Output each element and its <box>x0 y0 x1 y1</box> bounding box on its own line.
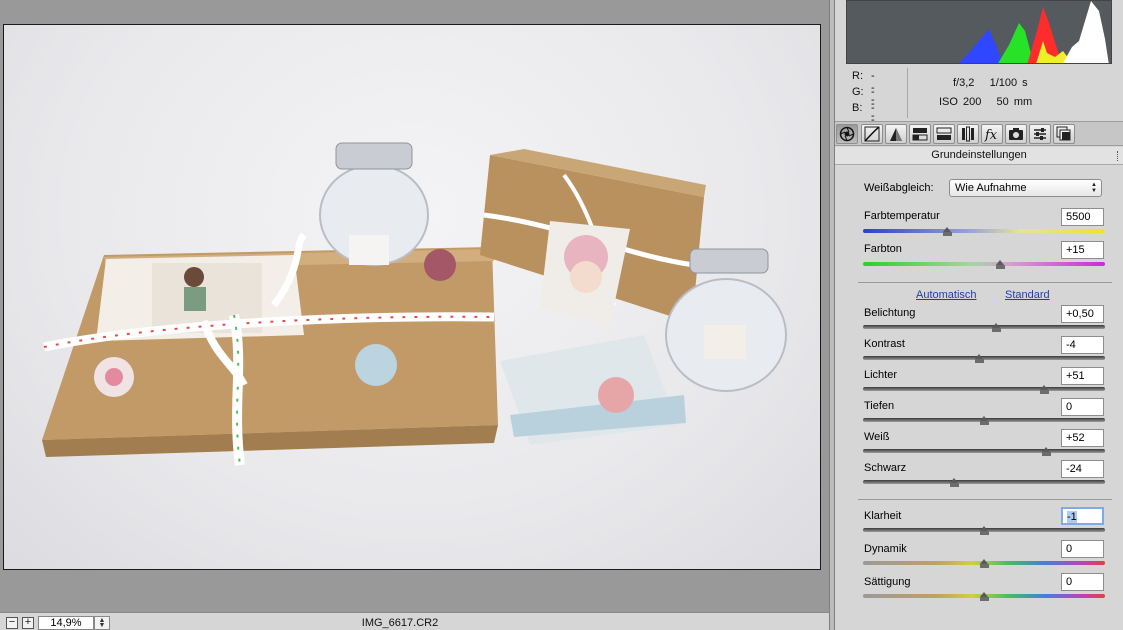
plus-icon: + <box>24 616 32 628</box>
blacks-slider-thumb[interactable] <box>950 478 960 487</box>
exposure-label: Belichtung <box>864 307 916 319</box>
auto-link[interactable]: Automatisch <box>916 289 977 301</box>
tab-presets[interactable] <box>1029 124 1051 144</box>
clarity-slider-thumb[interactable] <box>979 526 989 535</box>
fx-icon: fx <box>984 128 998 142</box>
blacks-slider-track[interactable] <box>863 480 1105 484</box>
photo-preview[interactable] <box>3 24 821 570</box>
photo-content <box>42 142 787 466</box>
tab-camera-calibration[interactable] <box>1005 124 1027 144</box>
highlights-slider-thumb[interactable] <box>1040 385 1049 394</box>
blacks-field[interactable]: -24 <box>1061 460 1104 478</box>
default-link[interactable]: Standard <box>1005 289 1050 301</box>
tab-effects[interactable]: fx <box>981 124 1003 144</box>
hsl-icon <box>912 128 928 141</box>
clarity-field[interactable]: -1 <box>1061 507 1104 525</box>
whites-slider-track[interactable] <box>863 449 1105 453</box>
exposure-field[interactable]: +0,50 <box>1061 305 1104 323</box>
temperature-slider-thumb[interactable] <box>943 227 953 236</box>
whites-slider-thumb[interactable] <box>1042 447 1052 456</box>
highlights-slider-track[interactable] <box>863 387 1105 391</box>
temperature-slider-track[interactable] <box>863 229 1105 233</box>
tab-snapshots[interactable] <box>1053 124 1075 144</box>
tone-curve-icon <box>864 126 880 142</box>
contrast-slider-thumb[interactable] <box>974 354 984 363</box>
presets-icon <box>1034 128 1046 140</box>
white-balance-label: Weißabgleich: <box>864 182 934 194</box>
exposure-slider-track[interactable] <box>863 325 1105 329</box>
vibrance-label: Dynamik <box>864 543 907 555</box>
tab-lens-corrections[interactable] <box>957 124 979 144</box>
whites-field[interactable]: +52 <box>1061 429 1104 447</box>
aperture-icon <box>839 126 855 142</box>
contrast-slider-track[interactable] <box>863 356 1105 360</box>
svg-text:fx: fx <box>984 128 998 142</box>
g-readout: G: --- <box>852 86 875 122</box>
whites-label: Weiß <box>864 431 890 443</box>
divider <box>858 499 1112 500</box>
tint-slider-thumb[interactable] <box>996 260 1006 269</box>
blacks-label: Schwarz <box>864 462 907 474</box>
camera-calibration-icon <box>1009 128 1023 140</box>
zoom-level-field[interactable]: 14,9% <box>38 616 94 630</box>
minus-icon: − <box>8 616 16 628</box>
tab-split-toning[interactable] <box>933 124 955 144</box>
info-area: R:--- G:--- B:--- f/3,2 1/100 s ISO 200 … <box>835 66 1123 138</box>
panel-tabs-toolbar: fx <box>835 121 1123 146</box>
tab-basic[interactable] <box>836 124 858 144</box>
tint-slider-track[interactable] <box>863 262 1105 266</box>
shadows-label: Tiefen <box>864 400 895 412</box>
tint-field[interactable]: +15 <box>1061 241 1104 259</box>
r-readout: R: --- <box>852 70 875 106</box>
panel-menu-icon[interactable] <box>1117 151 1120 161</box>
lens-corrections-icon <box>962 126 974 142</box>
contrast-label: Kontrast <box>864 338 905 350</box>
section-title: Grundeinstellungen <box>835 147 1123 165</box>
temperature-label: Farbtemperatur <box>864 210 940 222</box>
tab-tone-curve[interactable] <box>861 124 883 144</box>
temperature-field[interactable]: 5500 <box>1061 208 1104 226</box>
tab-detail[interactable] <box>885 124 907 144</box>
info-separator <box>907 68 908 118</box>
zoom-in-button[interactable]: + <box>22 617 34 629</box>
highlights-field[interactable]: +51 <box>1061 367 1104 385</box>
clarity-label: Klarheit <box>864 510 902 522</box>
filename-label: IMG_6617.CR2 <box>361 617 439 629</box>
histogram <box>846 0 1112 64</box>
chevron-up-down-icon: ▲ ▼ <box>98 617 106 629</box>
contrast-field[interactable]: -4 <box>1061 336 1104 354</box>
exposure-slider-thumb[interactable] <box>991 323 1001 332</box>
white-balance-select[interactable]: Wie Aufnahme ▲ ▼ <box>949 179 1102 197</box>
split-toning-icon <box>936 127 952 140</box>
aperture-shutter: f/3,2 1/100 s <box>953 77 1028 89</box>
saturation-slider-thumb[interactable] <box>979 592 989 601</box>
tab-hsl[interactable] <box>909 124 931 144</box>
tint-label: Farbton <box>864 243 902 255</box>
detail-icon <box>890 128 902 141</box>
snapshots-icon <box>1056 126 1071 141</box>
zoom-dropdown-button[interactable]: ▲ ▼ <box>94 616 110 630</box>
saturation-label: Sättigung <box>864 576 911 588</box>
shadows-slider-thumb[interactable] <box>979 416 989 425</box>
image-preview-area <box>0 0 829 612</box>
highlights-label: Lichter <box>864 369 898 381</box>
chevron-up-down-icon: ▲ ▼ <box>1091 182 1097 194</box>
vibrance-slider-thumb[interactable] <box>979 559 989 568</box>
divider <box>858 282 1112 283</box>
shadows-field[interactable]: 0 <box>1061 398 1104 416</box>
zoom-out-button[interactable]: − <box>6 617 18 629</box>
saturation-field[interactable]: 0 <box>1061 573 1104 591</box>
b-readout: B:--- <box>852 102 875 138</box>
vibrance-field[interactable]: 0 <box>1061 540 1104 558</box>
iso-focal: ISO 200 50 mm <box>939 96 1033 108</box>
adjustment-panel: R:--- G:--- B:--- f/3,2 1/100 s ISO 200 … <box>835 0 1123 630</box>
status-bar: − + 14,9% ▲ ▼ IMG_6617.CR2 <box>0 612 829 630</box>
histogram-graph <box>959 1 1109 63</box>
